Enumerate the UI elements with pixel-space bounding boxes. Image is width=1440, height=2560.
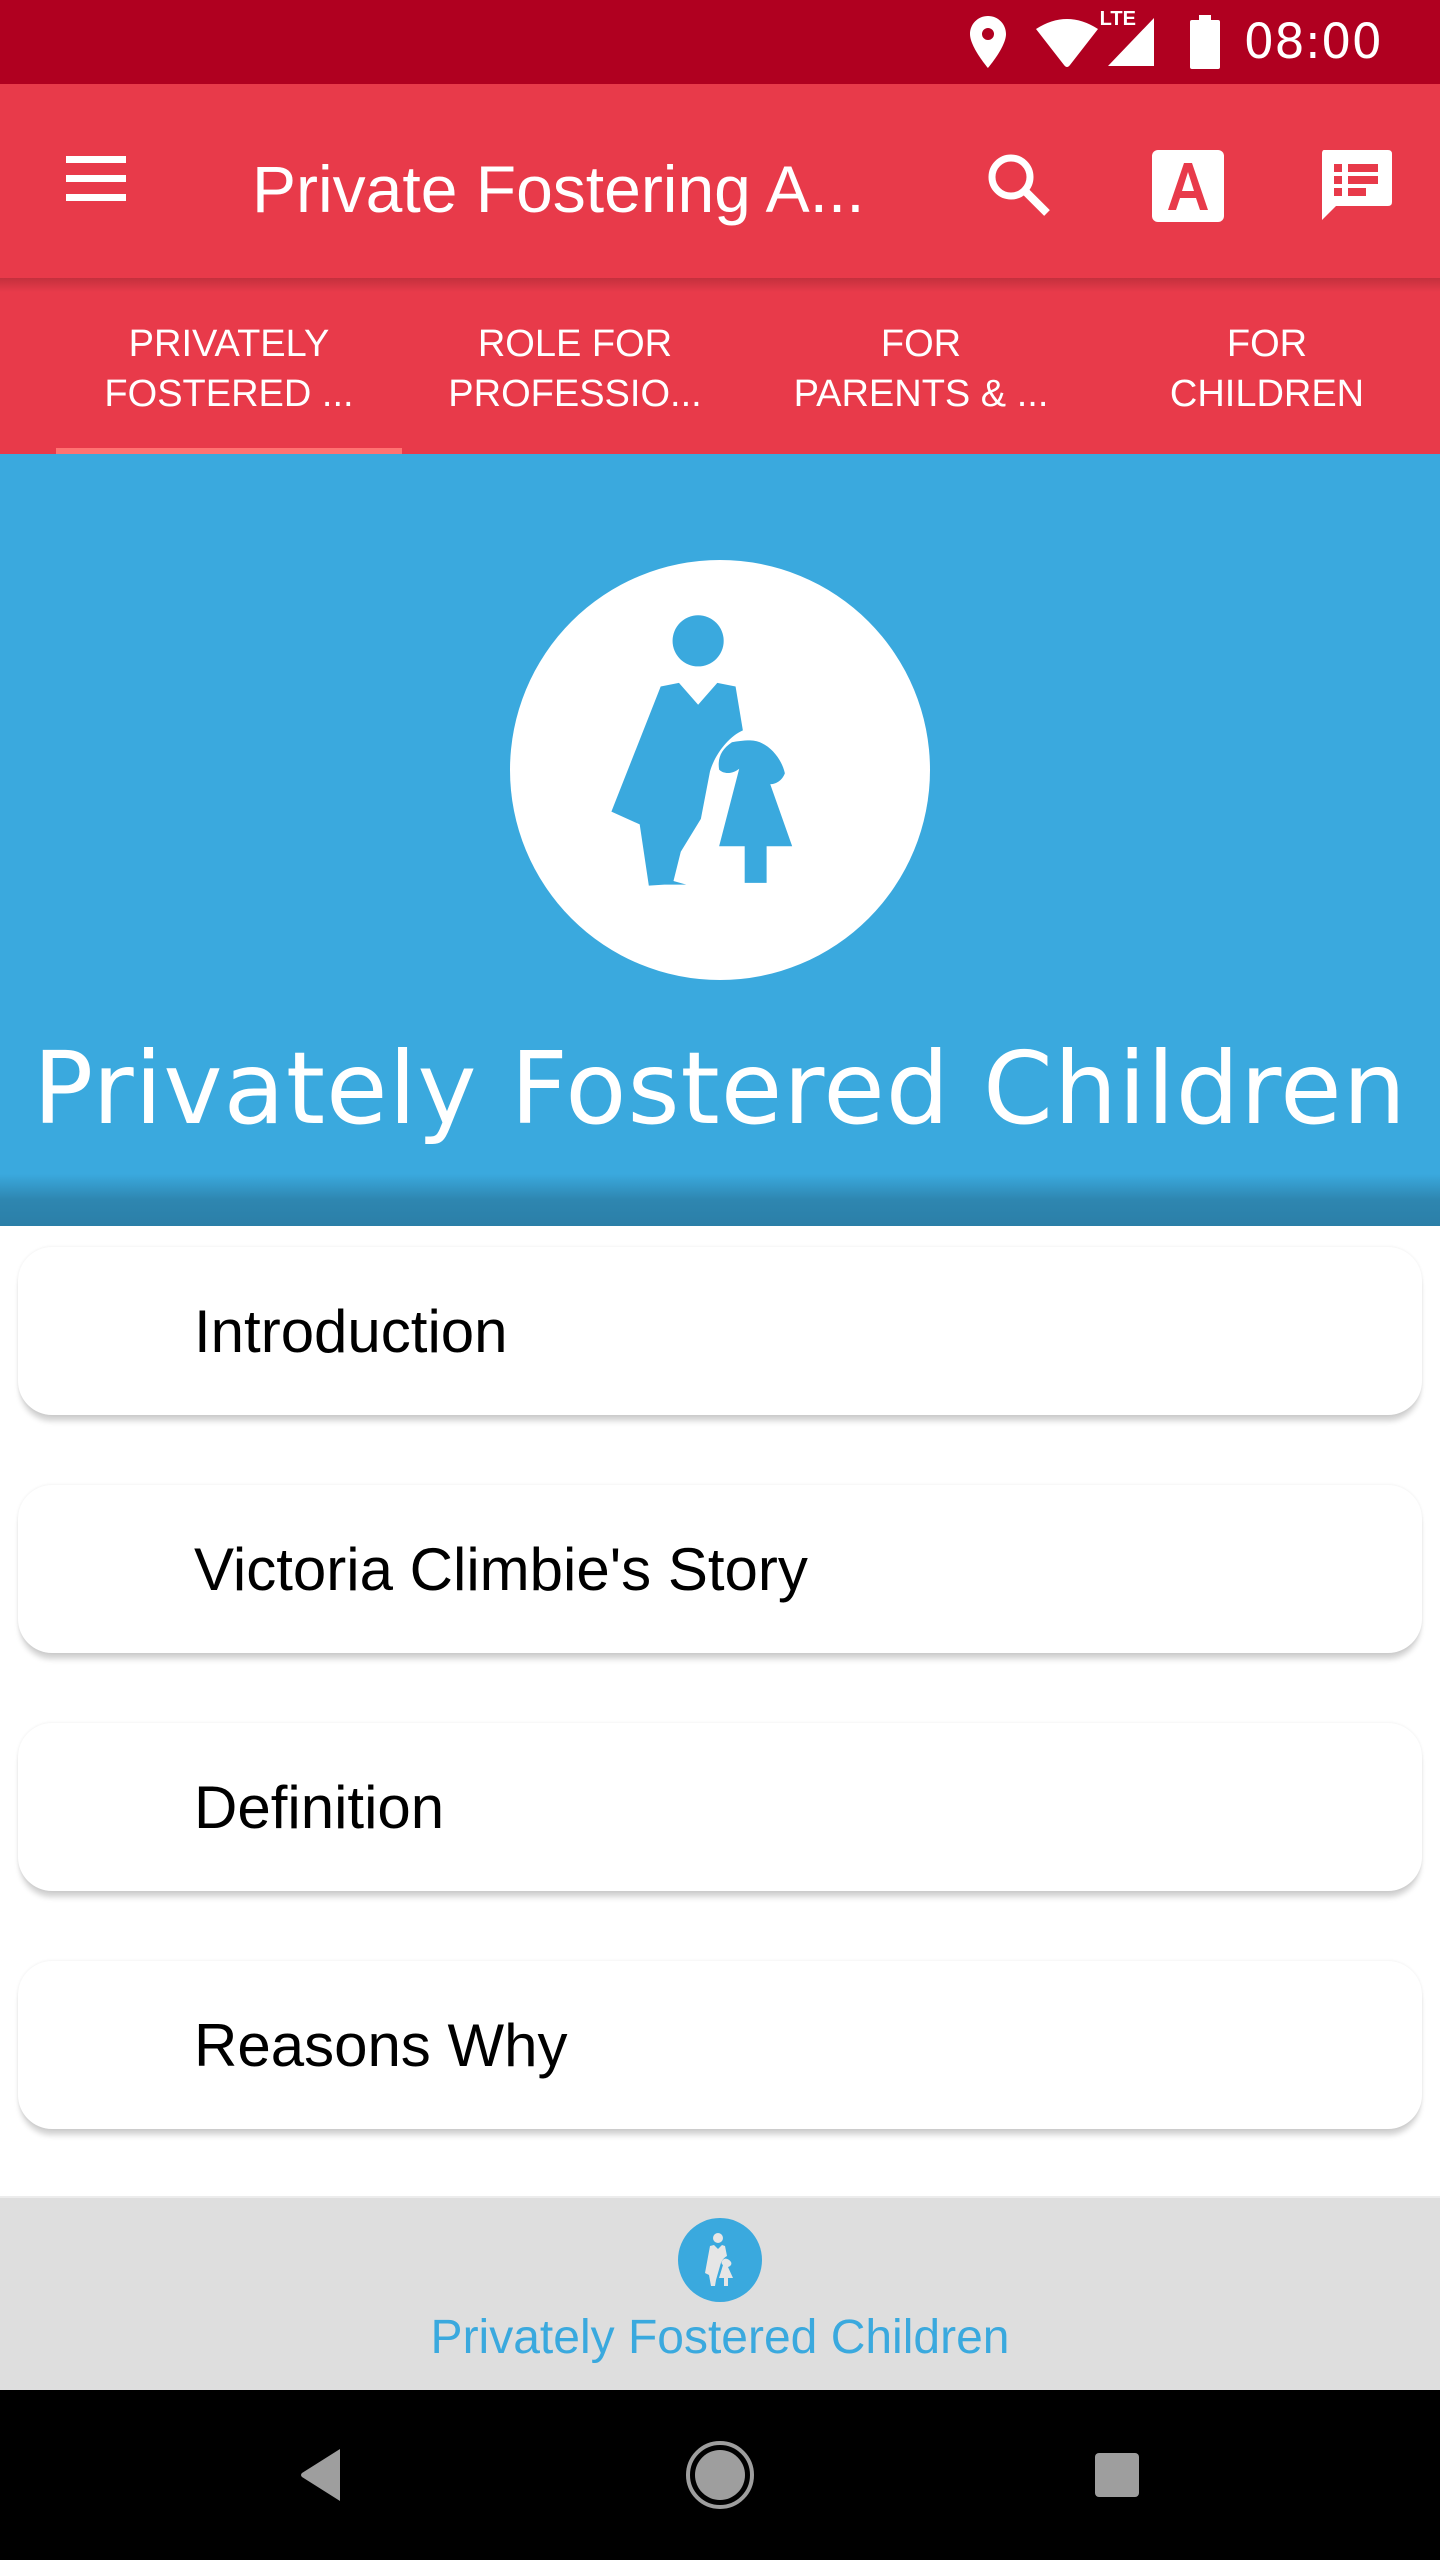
- toolbar: Private Fostering A...: [0, 84, 1440, 280]
- tab-for-parents[interactable]: For Parents & ...: [748, 280, 1094, 454]
- recents-icon[interactable]: [1072, 2430, 1162, 2520]
- section-card-definition[interactable]: Definition: [18, 1723, 1422, 1891]
- battery-icon: [1189, 15, 1220, 69]
- tab-label: Role for Professio...: [448, 323, 702, 415]
- hero-icon-circle: [510, 560, 930, 980]
- tab-label: For Parents & ...: [793, 323, 1049, 415]
- hamburger-menu-icon[interactable]: [60, 156, 132, 212]
- search-icon[interactable]: [980, 146, 1060, 226]
- system-navigation-bar: [0, 2390, 1440, 2560]
- home-icon[interactable]: [675, 2430, 765, 2520]
- tab-label: Privately Fostered ...: [104, 323, 354, 415]
- status-bar: LTE 08:00: [0, 0, 1440, 84]
- section-card-reasons-why[interactable]: Reasons Why: [18, 1961, 1422, 2129]
- app-title: Private Fostering A...: [252, 152, 865, 226]
- lte-signal-icon: LTE: [1100, 8, 1156, 68]
- section-card-label: Introduction: [194, 1297, 508, 1365]
- tab-privately-fostered[interactable]: Privately Fostered ...: [56, 280, 402, 454]
- tab-label: For Children: [1169, 323, 1365, 415]
- section-card-label: Victoria Climbie's Story: [194, 1535, 808, 1603]
- wifi-icon: [1035, 17, 1098, 67]
- feedback-icon[interactable]: [1316, 146, 1396, 226]
- tab-for-children[interactable]: For Children: [1094, 280, 1440, 454]
- tab-role-for-professionals[interactable]: Role for Professio...: [402, 280, 748, 454]
- section-card-introduction[interactable]: Introduction: [18, 1247, 1422, 1415]
- status-icons: LTE 08:00: [969, 0, 1382, 84]
- mother-and-child-icon: [611, 615, 793, 886]
- section-card-label: Definition: [194, 1773, 445, 1841]
- bottom-nav-item-privately-fostered-children[interactable]: Privately Fostered Children: [0, 2198, 1440, 2392]
- hero-banner: Privately Fostered Children: [0, 454, 1440, 1226]
- app-bar: Private Fostering A... Privately Fostere…: [0, 84, 1440, 454]
- network-type-label: LTE: [1099, 8, 1136, 30]
- mother-and-child-icon: [678, 2218, 762, 2302]
- bottom-navigation: Privately Fostered Children: [0, 2196, 1440, 2390]
- font-size-icon[interactable]: [1148, 146, 1228, 226]
- bottom-nav-label: Privately Fostered Children: [430, 2311, 1010, 2364]
- back-icon[interactable]: [276, 2430, 366, 2520]
- hero-title: Privately Fostered Children: [32, 1030, 1408, 1147]
- hero-bottom-shade: [0, 1174, 1440, 1226]
- status-time: 08:00: [1243, 14, 1382, 70]
- location-icon: [969, 16, 1006, 68]
- section-card-label: Reasons Why: [194, 2011, 568, 2079]
- tab-bar: Privately Fostered ... Role for Professi…: [0, 280, 1440, 454]
- section-card-victoria-climbies-story[interactable]: Victoria Climbie's Story: [18, 1485, 1422, 1653]
